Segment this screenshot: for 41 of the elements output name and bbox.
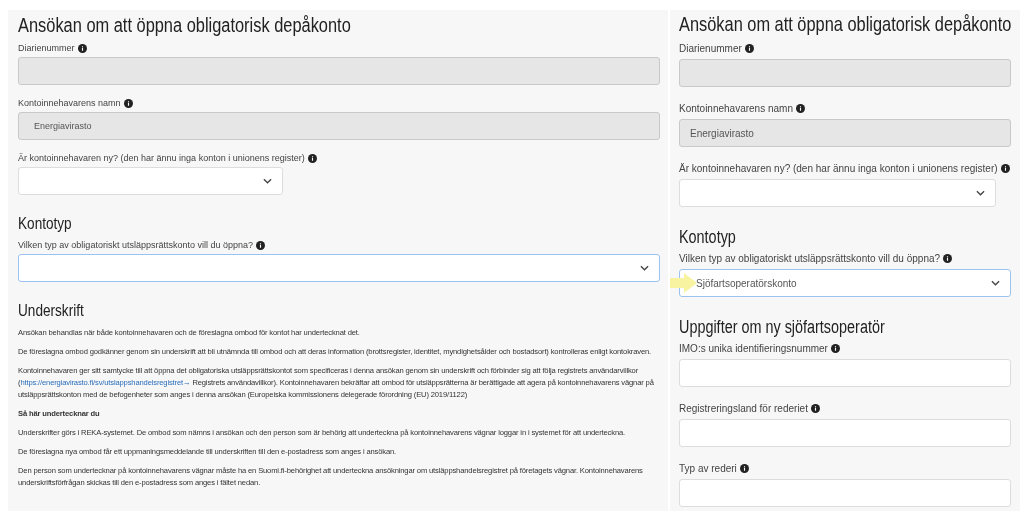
section-heading: Uppgifter om ny sjöfartsoperatör (679, 317, 886, 338)
info-icon[interactable] (307, 153, 317, 163)
field-label: IMO:s unika identifieringsnummer (679, 343, 828, 354)
input-field[interactable] (679, 359, 1011, 387)
field-label: Kontoinnehavarens namn (679, 103, 793, 114)
section-heading: Kontotyp (18, 214, 73, 234)
field-label: Vilken typ av obligatoriskt utsläppsrättskonto vill du öppna? (18, 240, 253, 250)
field-label: Diarienummer (679, 43, 742, 54)
select-field[interactable] (679, 179, 996, 207)
page-title: Ansökan om att öppna obligatorisk depåkonto (679, 12, 1013, 36)
info-icon[interactable] (1000, 164, 1010, 173)
info-icon[interactable] (256, 240, 265, 250)
info-icon[interactable] (796, 104, 805, 113)
info-icon[interactable] (123, 98, 133, 108)
info-icon[interactable] (943, 254, 953, 263)
field-label: Är kontoinnehavaren ny? (den har ännu inga konton i unionens register) (679, 163, 998, 174)
section-heading: Kontotyp (679, 227, 737, 248)
select-field[interactable] (18, 167, 283, 195)
input-field[interactable] (679, 479, 1011, 507)
info-icon[interactable] (744, 44, 754, 53)
info-icon[interactable] (77, 43, 87, 53)
field-label: Vilken typ av obligatoriskt utsläppsrättskonto vill du öppna? (679, 253, 941, 264)
field-label: Diarienummer (18, 43, 75, 53)
section-heading: Underskrift (18, 301, 85, 321)
info-icon[interactable] (830, 344, 840, 353)
info-icon[interactable] (810, 404, 820, 413)
chevron-icon (263, 178, 272, 184)
field-label: Registreringsland för rederiet (679, 403, 808, 414)
input-field: Energiavirasto (679, 119, 1011, 147)
chevron-icon (640, 265, 649, 271)
chevron-icon (991, 280, 1000, 286)
info-icon[interactable] (739, 464, 749, 473)
input-field: Energiavirasto (18, 112, 660, 140)
field-label: Är kontoinnehavaren ny? (den har ännu inga konton i unionens register) (18, 153, 305, 163)
select-field[interactable] (18, 254, 660, 282)
select-field[interactable]: Sjöfartsoperatörskonto (679, 269, 1011, 297)
chevron-icon (976, 190, 985, 196)
page-title: Ansökan om att öppna obligatorisk depåkonto (18, 14, 352, 37)
field-label: Typ av rederi (679, 463, 737, 474)
input-field[interactable] (679, 419, 1011, 447)
field-label: Kontoinnehavarens namn (18, 98, 121, 108)
